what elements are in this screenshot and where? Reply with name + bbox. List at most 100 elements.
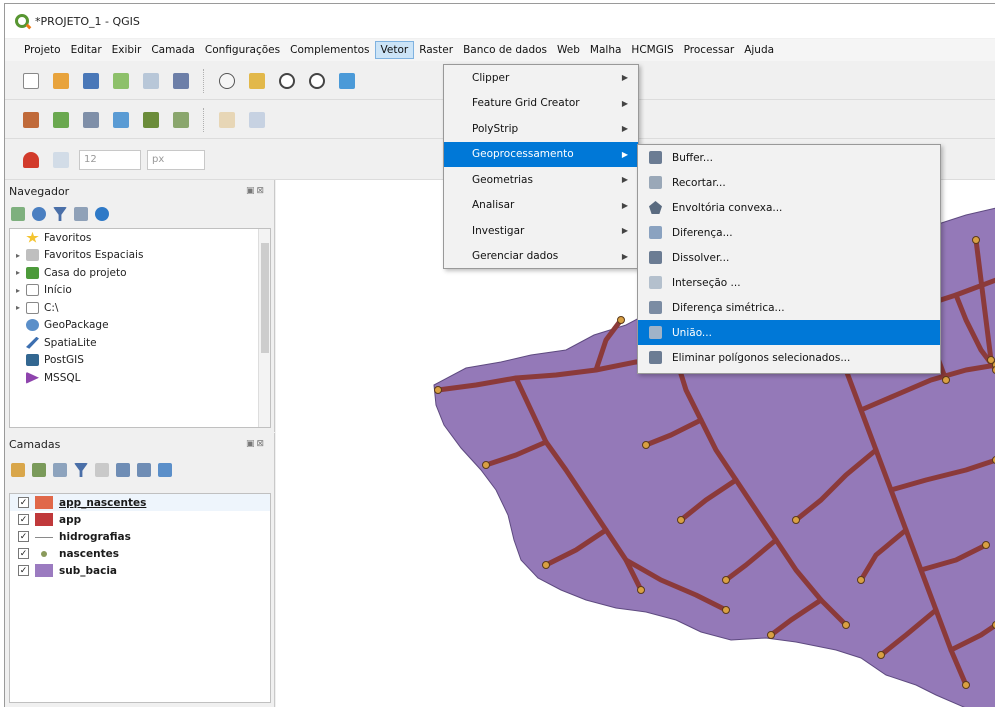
menu-item-buffer[interactable]: Buffer...: [638, 145, 940, 170]
menu-item-label: Geometrias: [472, 173, 533, 186]
menu-item-label: Buffer...: [672, 151, 713, 164]
layer-item-app[interactable]: ✓ app: [10, 511, 270, 528]
data-source-manager-button[interactable]: [19, 108, 43, 132]
panel-float-close-icon[interactable]: ▣⊠: [246, 186, 266, 196]
save-project-button[interactable]: [79, 69, 103, 93]
menu-item-label: Clipper: [472, 71, 510, 84]
refresh-icon[interactable]: [32, 207, 46, 221]
pan-to-selection-button[interactable]: [245, 69, 269, 93]
manage-visibility-icon[interactable]: [53, 463, 67, 477]
menu-item-geoprocessamento[interactable]: Geoprocessamento ▶: [444, 141, 638, 167]
browser-item-label: C:\: [44, 301, 59, 314]
filter-icon[interactable]: [53, 207, 67, 221]
browser-item-casa-do-projeto[interactable]: ▸ Casa do projeto: [10, 264, 270, 282]
menu-item-investigar[interactable]: Investigar ▶: [444, 218, 638, 244]
browser-item-postgis[interactable]: PostGIS: [10, 352, 270, 370]
browser-item-label: SpatiaLite: [44, 336, 97, 349]
menu-item-dissolver[interactable]: Dissolver...: [638, 245, 940, 270]
browser-item-favoritos-espaciais[interactable]: ▸ Favoritos Espaciais: [10, 247, 270, 265]
browser-item-spatialite[interactable]: SpatiaLite: [10, 334, 270, 352]
collapse-all-icon[interactable]: [74, 207, 88, 221]
tolerance-input[interactable]: 12: [79, 149, 141, 170]
panel-float-close-icon[interactable]: ▣⊠: [246, 439, 266, 449]
add-vector-layer-button[interactable]: [49, 108, 73, 132]
spatialite-icon: [26, 336, 39, 349]
properties-icon[interactable]: [95, 207, 109, 221]
scrollbar-thumb[interactable]: [261, 243, 269, 353]
layer-visibility-checkbox[interactable]: ✓: [18, 565, 29, 576]
menu-camada[interactable]: Camada: [146, 42, 200, 58]
menu-item-feature-grid-creator[interactable]: Feature Grid Creator ▶: [444, 91, 638, 117]
expand-all-icon[interactable]: [116, 463, 130, 477]
menu-item-label: Diferença...: [672, 226, 733, 239]
menu-complementos[interactable]: Complementos: [285, 42, 374, 58]
zoom-out-button[interactable]: [305, 69, 329, 93]
menu-item-uniao[interactable]: União...: [638, 320, 940, 345]
menu-item-eliminar-poligonos[interactable]: Eliminar polígonos selecionados...: [638, 345, 940, 370]
menu-vetor[interactable]: Vetor: [374, 41, 415, 59]
browser-item-mssql[interactable]: MSSQL: [10, 369, 270, 387]
layout-manager-button[interactable]: [139, 69, 163, 93]
add-delimited-button[interactable]: [139, 108, 163, 132]
collapse-all-icon[interactable]: [137, 463, 151, 477]
submenu-arrow-icon: ▶: [621, 175, 628, 185]
menu-exibir[interactable]: Exibir: [107, 42, 147, 58]
browser-item-label: Casa do projeto: [44, 266, 127, 279]
layer-item-nascentes[interactable]: ✓ nascentes: [10, 545, 270, 562]
unit-select[interactable]: px: [147, 149, 205, 170]
layer-visibility-checkbox[interactable]: ✓: [18, 548, 29, 559]
menu-item-polystrip[interactable]: PolyStrip ▶: [444, 116, 638, 142]
menu-item-envoltoria-convexa[interactable]: Envoltória convexa...: [638, 195, 940, 220]
menu-item-analisar[interactable]: Analisar ▶: [444, 193, 638, 219]
filter-expression-icon[interactable]: [95, 463, 109, 477]
remove-layer-icon[interactable]: [158, 463, 172, 477]
menu-web[interactable]: Web: [552, 42, 585, 58]
add-raster-layer-button[interactable]: [79, 108, 103, 132]
menu-item-geometrias[interactable]: Geometrias ▶: [444, 167, 638, 193]
layer-visibility-checkbox[interactable]: ✓: [18, 514, 29, 525]
edit-pencil-button[interactable]: [215, 108, 239, 132]
layer-item-hidrografias[interactable]: ✓ hidrografias: [10, 528, 270, 545]
zoom-in-button[interactable]: [275, 69, 299, 93]
snapping-mode-button[interactable]: [49, 148, 73, 172]
menu-item-clipper[interactable]: Clipper ▶: [444, 65, 638, 91]
style-panel-icon[interactable]: [11, 463, 25, 477]
browser-item-geopackage[interactable]: GeoPackage: [10, 317, 270, 335]
save-edits-button[interactable]: [245, 108, 269, 132]
menu-item-gerenciar-dados[interactable]: Gerenciar dados ▶: [444, 244, 638, 270]
menu-item-diferenca-simetrica[interactable]: Diferença simétrica...: [638, 295, 940, 320]
menu-editar[interactable]: Editar: [66, 42, 107, 58]
browser-item-c-drive[interactable]: ▸ C:\: [10, 299, 270, 317]
snapping-magnet-button[interactable]: [19, 148, 43, 172]
menu-configuracoes[interactable]: Configurações: [200, 42, 285, 58]
menu-hcmgis[interactable]: HCMGIS: [626, 42, 678, 58]
menu-projeto[interactable]: Projeto: [19, 42, 66, 58]
menu-processar[interactable]: Processar: [679, 42, 740, 58]
filter-legend-icon[interactable]: [74, 463, 88, 477]
open-project-button[interactable]: [49, 69, 73, 93]
add-group-icon[interactable]: [32, 463, 46, 477]
menu-raster[interactable]: Raster: [414, 42, 458, 58]
menu-item-diferenca[interactable]: Diferença...: [638, 220, 940, 245]
browser-item-inicio[interactable]: ▸ Início: [10, 282, 270, 300]
menu-item-intersecao[interactable]: Interseção ...: [638, 270, 940, 295]
style-manager-button[interactable]: [169, 69, 193, 93]
polygon-symbol-icon: [35, 564, 53, 577]
layer-item-app-nascentes[interactable]: ✓ app_nascentes: [10, 494, 270, 511]
layer-visibility-checkbox[interactable]: ✓: [18, 531, 29, 542]
digitize-button[interactable]: [109, 108, 133, 132]
menu-ajuda[interactable]: Ajuda: [739, 42, 779, 58]
add-wms-button[interactable]: [169, 108, 193, 132]
pan-map-button[interactable]: [215, 69, 239, 93]
new-project-button[interactable]: [19, 69, 43, 93]
new-print-layout-button[interactable]: [109, 69, 133, 93]
menu-item-recortar[interactable]: Recortar...: [638, 170, 940, 195]
browser-scrollbar[interactable]: [258, 229, 270, 427]
menu-banco-de-dados[interactable]: Banco de dados: [458, 42, 552, 58]
layer-item-sub-bacia[interactable]: ✓ sub_bacia: [10, 562, 270, 579]
add-selected-layers-icon[interactable]: [11, 207, 25, 221]
browser-item-favoritos[interactable]: Favoritos: [10, 229, 270, 247]
layer-visibility-checkbox[interactable]: ✓: [18, 497, 29, 508]
zoom-full-button[interactable]: [335, 69, 359, 93]
menu-malha[interactable]: Malha: [585, 42, 627, 58]
